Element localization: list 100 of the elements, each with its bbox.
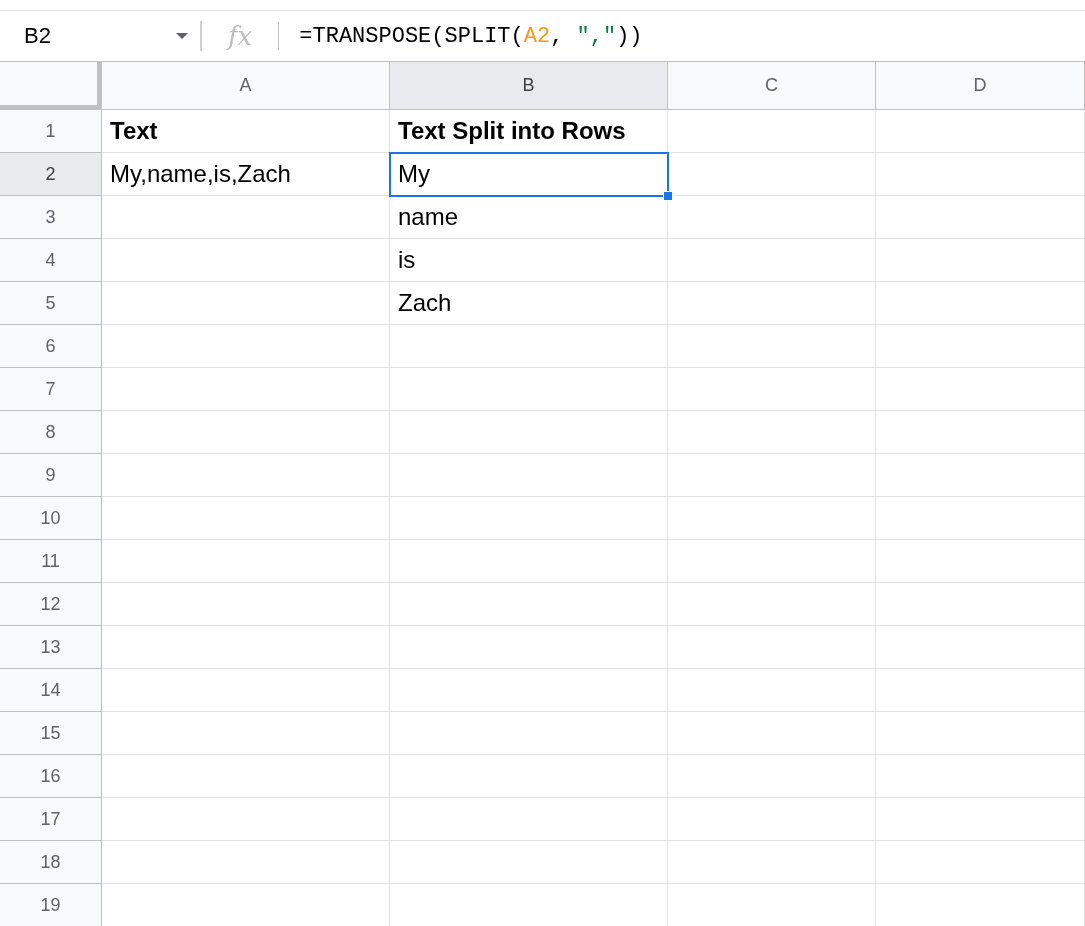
table-cell[interactable] (668, 282, 876, 325)
table-cell[interactable] (876, 497, 1085, 540)
table-cell[interactable] (102, 325, 390, 368)
table-cell[interactable] (102, 368, 390, 411)
table-cell[interactable] (668, 669, 876, 712)
table-cell[interactable]: Text (102, 110, 390, 153)
caret-icon (176, 33, 188, 39)
row-header[interactable]: 1 (0, 110, 102, 153)
table-cell[interactable] (668, 626, 876, 669)
column-header[interactable]: D (876, 62, 1085, 110)
table-cell[interactable] (102, 755, 390, 798)
table-cell[interactable] (390, 669, 668, 712)
table-cell[interactable] (102, 411, 390, 454)
column-header[interactable]: B (390, 62, 668, 110)
table-cell[interactable] (668, 755, 876, 798)
fill-handle[interactable] (663, 191, 673, 201)
row-header[interactable]: 18 (0, 841, 102, 884)
table-cell[interactable] (668, 196, 876, 239)
table-cell[interactable]: Text Split into Rows (390, 110, 668, 153)
table-cell[interactable]: Zach (390, 282, 668, 325)
table-cell[interactable] (876, 196, 1085, 239)
table-cell[interactable] (668, 841, 876, 884)
table-cell[interactable] (390, 841, 668, 884)
table-cell[interactable] (876, 583, 1085, 626)
table-cell[interactable] (876, 669, 1085, 712)
table-cell[interactable] (668, 540, 876, 583)
table-cell[interactable] (390, 626, 668, 669)
table-cell[interactable] (668, 411, 876, 454)
table-cell[interactable] (102, 583, 390, 626)
table-cell[interactable] (102, 540, 390, 583)
table-cell[interactable] (876, 626, 1085, 669)
column-header[interactable]: C (668, 62, 876, 110)
table-cell[interactable] (390, 712, 668, 755)
row-header[interactable]: 11 (0, 540, 102, 583)
table-cell[interactable] (876, 540, 1085, 583)
table-cell[interactable] (102, 454, 390, 497)
function-icon: fx (228, 21, 253, 51)
row-header[interactable]: 8 (0, 411, 102, 454)
table-cell[interactable] (668, 798, 876, 841)
table-cell[interactable] (876, 239, 1085, 282)
table-cell[interactable] (668, 497, 876, 540)
table-cell[interactable] (876, 325, 1085, 368)
column-header[interactable]: A (102, 62, 390, 110)
table-cell[interactable] (876, 712, 1085, 755)
table-cell[interactable] (390, 497, 668, 540)
table-cell[interactable] (876, 411, 1085, 454)
table-cell[interactable] (668, 368, 876, 411)
table-cell[interactable] (102, 626, 390, 669)
table-cell[interactable] (390, 411, 668, 454)
table-cell[interactable] (876, 798, 1085, 841)
row-header[interactable]: 3 (0, 196, 102, 239)
table-cell[interactable] (390, 755, 668, 798)
row-header[interactable]: 5 (0, 282, 102, 325)
row-header[interactable]: 4 (0, 239, 102, 282)
row-header[interactable]: 6 (0, 325, 102, 368)
row-header[interactable]: 17 (0, 798, 102, 841)
table-cell[interactable]: is (390, 239, 668, 282)
table-cell[interactable] (668, 712, 876, 755)
table-cell[interactable] (390, 368, 668, 411)
table-cell[interactable] (390, 325, 668, 368)
table-cell[interactable]: My,name,is,Zach (102, 153, 390, 196)
table-cell[interactable] (668, 325, 876, 368)
row-header[interactable]: 16 (0, 755, 102, 798)
table-cell[interactable] (876, 368, 1085, 411)
row-header[interactable]: 10 (0, 497, 102, 540)
row-header[interactable]: 13 (0, 626, 102, 669)
table-cell[interactable] (102, 841, 390, 884)
table-cell[interactable] (102, 196, 390, 239)
table-cell[interactable] (102, 798, 390, 841)
row-header[interactable]: 7 (0, 368, 102, 411)
table-cell[interactable] (102, 712, 390, 755)
table-cell[interactable] (102, 282, 390, 325)
table-cell[interactable]: name (390, 196, 668, 239)
table-cell[interactable] (876, 841, 1085, 884)
name-box[interactable]: B2 (0, 11, 200, 61)
table-cell[interactable] (102, 497, 390, 540)
table-cell[interactable] (668, 454, 876, 497)
row-header[interactable]: 19 (0, 884, 102, 926)
table-cell[interactable] (390, 583, 668, 626)
table-cell[interactable] (876, 153, 1085, 196)
table-cell[interactable] (668, 583, 876, 626)
formula-input[interactable]: =TRANSPOSE(SPLIT(A2, ",")) (299, 23, 643, 49)
table-cell[interactable] (102, 669, 390, 712)
table-cell[interactable] (876, 755, 1085, 798)
table-cell[interactable] (390, 540, 668, 583)
row-header[interactable]: 9 (0, 454, 102, 497)
table-cell[interactable] (876, 454, 1085, 497)
table-cell[interactable] (668, 110, 876, 153)
table-cell[interactable] (876, 282, 1085, 325)
table-cell[interactable]: My (390, 153, 668, 196)
table-cell[interactable] (102, 239, 390, 282)
row-header[interactable]: 2 (0, 153, 102, 196)
select-all-corner[interactable] (0, 62, 102, 110)
row-header[interactable]: 12 (0, 583, 102, 626)
row-header[interactable]: 15 (0, 712, 102, 755)
table-cell[interactable] (390, 454, 668, 497)
table-cell[interactable] (876, 110, 1085, 153)
table-cell[interactable] (668, 239, 876, 282)
row-header[interactable]: 14 (0, 669, 102, 712)
table-cell[interactable] (390, 798, 668, 841)
